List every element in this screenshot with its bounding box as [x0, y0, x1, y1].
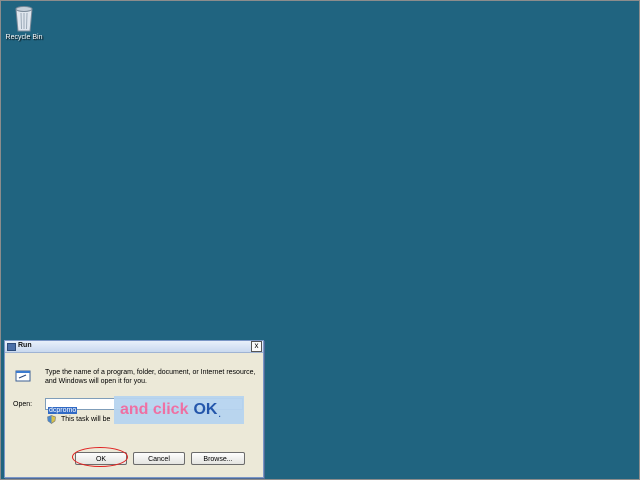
open-label: Open: [13, 401, 33, 408]
callout-emphasis: OK [193, 401, 218, 418]
run-program-icon [15, 370, 31, 382]
cancel-button[interactable]: Cancel [133, 452, 185, 465]
tutorial-callout: and click OK . [114, 396, 244, 424]
uac-shield-icon [47, 415, 56, 424]
close-button[interactable]: x [251, 341, 262, 352]
ok-button[interactable]: OK [75, 452, 127, 465]
desktop-icon-recycle-bin[interactable]: Recycle Bin [4, 3, 44, 41]
admin-privileges-note: This task will be [61, 416, 111, 423]
run-instruction-text: Type the name of a program, folder, docu… [45, 369, 256, 385]
run-window-icon [7, 343, 16, 351]
recycle-bin-icon [15, 6, 33, 32]
callout-text: and click [120, 401, 189, 418]
open-input-value: dcpromo [48, 407, 78, 414]
desktop-icon-label: Recycle Bin [5, 34, 43, 41]
callout-suffix: . [218, 410, 221, 419]
run-dialog-titlebar[interactable]: Run x [5, 341, 263, 353]
dialog-title: Run [18, 342, 32, 349]
browse-button[interactable]: Browse... [191, 452, 245, 465]
